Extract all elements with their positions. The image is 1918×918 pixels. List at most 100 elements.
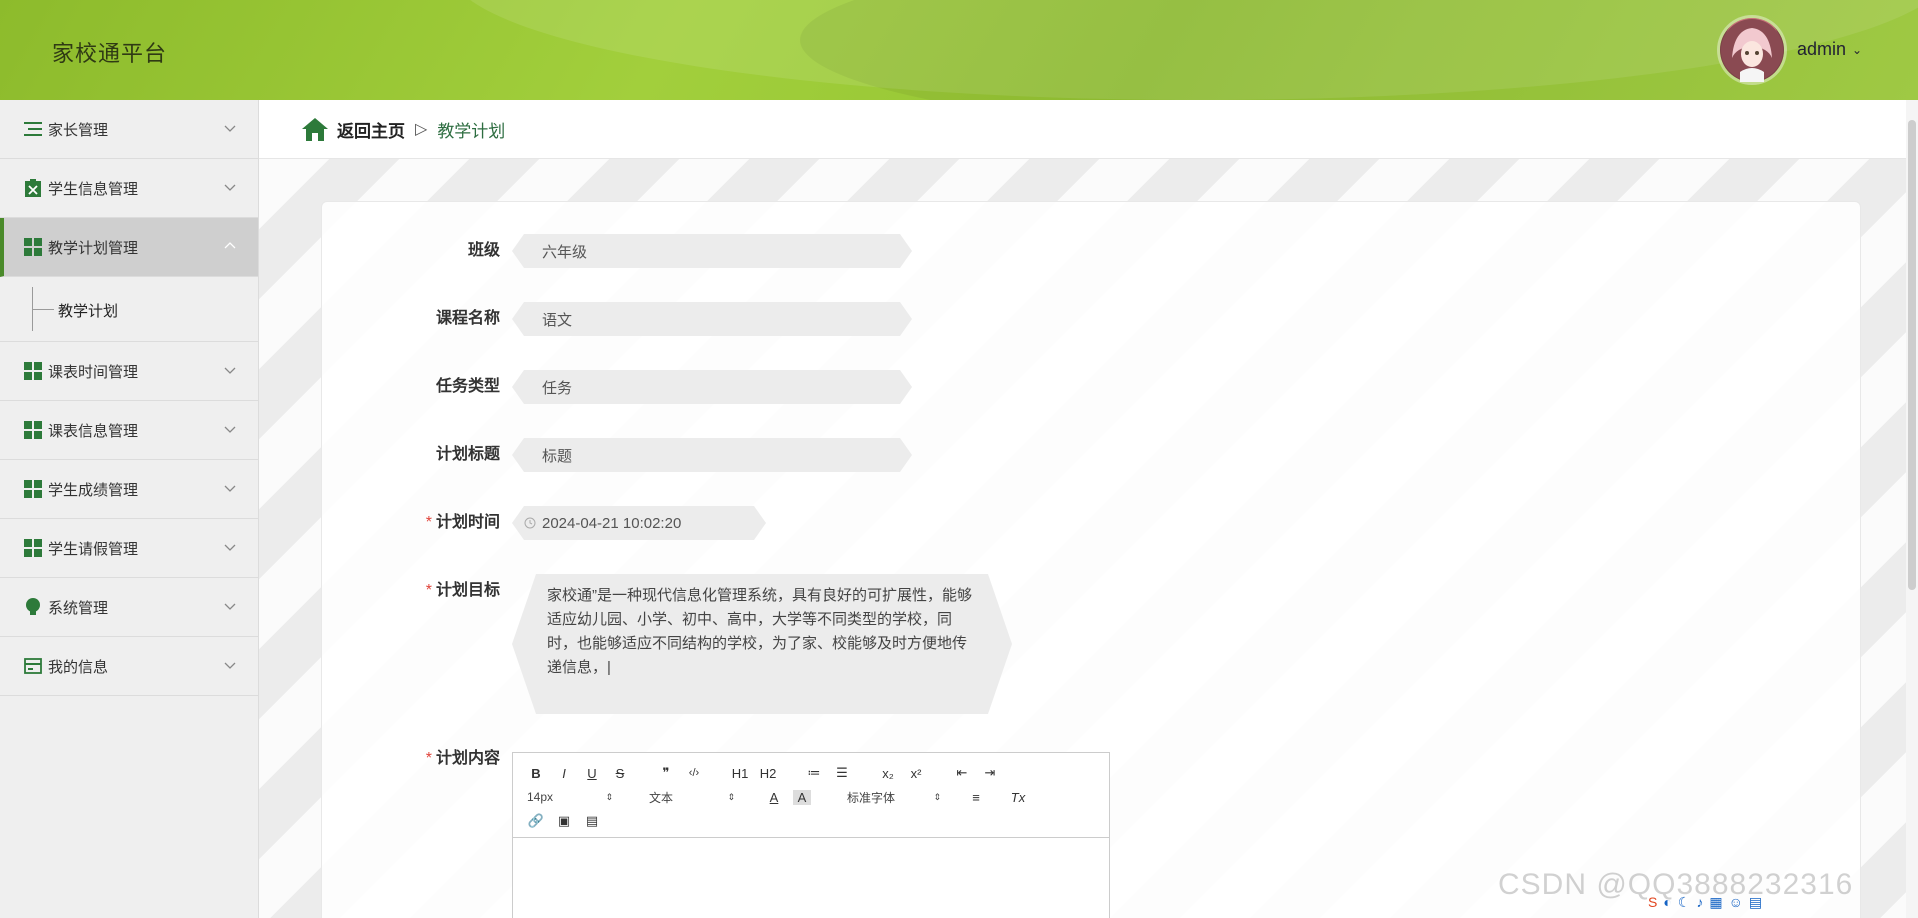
chevron-up-icon	[224, 242, 236, 249]
title-label: 计划标题	[435, 446, 500, 463]
sidebar-item-label: 课表信息管理	[48, 422, 139, 440]
chevron-down-icon	[224, 367, 236, 374]
time-value: 2024-04-21 10:02:20	[542, 514, 682, 532]
sidebar-item-leave[interactable]: 学生请假管理	[0, 519, 258, 578]
sidebar-item-label: 课表时间管理	[48, 363, 139, 381]
home-link[interactable]: 返回主页	[337, 117, 405, 142]
sidebar-item-label: 教学计划管理	[48, 239, 139, 257]
form-row-content: * 计划内容 B I U S ❞ ‹/› H1 H2 ≔ ☰ x₂ x² ⇤ ⇥…	[322, 742, 1110, 918]
required-mark: *	[425, 514, 432, 531]
chevron-down-icon	[224, 184, 236, 191]
grid-icon	[24, 480, 42, 498]
text-color-button[interactable]: A	[765, 790, 783, 805]
tree-line	[32, 309, 54, 310]
font-size-select[interactable]: 14px ⇕	[527, 790, 613, 804]
updown-icon: ⇕	[933, 791, 941, 802]
class-field[interactable]: 六年级	[512, 234, 912, 268]
sidebar-item-label: 学生信息管理	[48, 180, 139, 198]
class-label: 班级	[467, 242, 500, 259]
time-label: * 计划时间	[322, 506, 512, 540]
h2-button[interactable]: H2	[759, 766, 777, 781]
sidebar-item-grades[interactable]: 学生成绩管理	[0, 460, 258, 519]
format-select[interactable]: 文本 ⇕	[649, 789, 735, 806]
sidebar: 家长管理 学生信息管理 教学计划管理 教学计划 课表时间管理 课表信息管理 学生…	[0, 100, 259, 918]
grid-icon	[24, 362, 42, 380]
sidebar-item-parent[interactable]: 家长管理	[0, 100, 258, 159]
grid-icon	[24, 421, 42, 439]
breadcrumb-current: 教学计划	[437, 121, 506, 141]
form-row-class: 班级 六年级	[322, 234, 912, 268]
home-icon[interactable]	[301, 115, 329, 143]
image-button[interactable]: ▣	[555, 813, 573, 829]
form-row-time: * 计划时间 2024-04-21 10:02:20	[322, 506, 766, 540]
avatar[interactable]	[1720, 18, 1784, 82]
user-menu[interactable]: admin ⌄	[1797, 39, 1862, 60]
sidebar-item-system[interactable]: 系统管理	[0, 578, 258, 637]
background-color-button[interactable]: A	[793, 789, 811, 805]
scrollbar-thumb[interactable]	[1908, 120, 1916, 590]
sidebar-item-label: 学生请假管理	[48, 540, 139, 558]
keyboard-icon: ▦	[1709, 894, 1723, 910]
bold-button[interactable]: B	[527, 766, 545, 781]
moon-icon: ☾	[1677, 894, 1691, 910]
outdent-button[interactable]: ⇤	[953, 765, 971, 781]
sidebar-subitem-label: 教学计划	[58, 303, 119, 320]
title-field[interactable]: 标题	[512, 438, 912, 472]
clear-format-button[interactable]: Tx	[1009, 790, 1027, 805]
sidebar-item-label: 家长管理	[48, 121, 109, 139]
platform-title: 家校通平台	[52, 41, 168, 66]
chevron-down-icon	[224, 125, 236, 132]
align-button[interactable]: ≡	[967, 790, 985, 805]
required-mark: *	[425, 582, 432, 599]
ime-tray: S ◐ ☾ ♪ ▦ ☺ ▤	[1648, 894, 1762, 911]
sidebar-item-schedule-time[interactable]: 课表时间管理	[0, 342, 258, 401]
course-field[interactable]: 语文	[512, 302, 912, 336]
course-label: 课程名称	[435, 310, 500, 327]
indent-button[interactable]: ⇥	[981, 765, 999, 781]
task-field[interactable]: 任务	[512, 370, 912, 404]
bullet-list-button[interactable]: ☰	[833, 765, 851, 781]
font-size-value: 14px	[527, 790, 554, 804]
editor-toolbar: B I U S ❞ ‹/› H1 H2 ≔ ☰ x₂ x² ⇤ ⇥ 14px ⇕…	[513, 753, 1109, 838]
sidebar-item-schedule-info[interactable]: 课表信息管理	[0, 401, 258, 460]
breadcrumb: 返回主页 ▷ 教学计划	[259, 100, 1918, 159]
font-family-select[interactable]: 标准字体 ⇕	[847, 789, 941, 806]
code-button[interactable]: ‹/›	[685, 767, 703, 779]
sidebar-item-teaching-plan[interactable]: 教学计划管理	[0, 218, 258, 277]
time-picker[interactable]: 2024-04-21 10:02:20	[512, 506, 766, 540]
list-icon	[24, 120, 42, 138]
link-button[interactable]: 🔗	[527, 813, 545, 829]
grid-icon: ▤	[1748, 894, 1763, 910]
sidebar-item-my-info[interactable]: 我的信息	[0, 637, 258, 696]
video-button[interactable]: ▤	[583, 813, 601, 829]
form-row-course: 课程名称 语文	[322, 302, 912, 336]
superscript-button[interactable]: x²	[907, 766, 925, 781]
strike-button[interactable]: S	[611, 766, 629, 781]
italic-button[interactable]: I	[555, 766, 573, 781]
username: admin	[1797, 39, 1847, 59]
breadcrumb-separator: ▷	[415, 121, 428, 138]
content-area: 班级 六年级 课程名称 语文 任务类型 任务 计划标题 标题 * 计划时间 202…	[259, 159, 1918, 918]
quote-button[interactable]: ❞	[657, 765, 675, 781]
chevron-down-icon: ⌄	[1852, 42, 1863, 57]
id-card-icon	[24, 657, 42, 675]
user-icon: ☺	[1728, 894, 1743, 910]
avatar-icon	[1721, 19, 1783, 82]
chevron-down-icon	[224, 485, 236, 492]
underline-button[interactable]: U	[583, 766, 601, 781]
chevron-down-icon	[224, 662, 236, 669]
content-label-text: 计划内容	[435, 750, 500, 767]
toolbar-row-3: 🔗 ▣ ▤	[527, 809, 1099, 833]
page-scrollbar[interactable]	[1906, 100, 1918, 918]
editor-body[interactable]	[513, 838, 1109, 898]
ordered-list-button[interactable]: ≔	[805, 765, 823, 781]
updown-icon: ⇕	[727, 791, 735, 802]
sidebar-item-student-info[interactable]: 学生信息管理	[0, 159, 258, 218]
subscript-button[interactable]: x₂	[879, 766, 897, 781]
clock-icon	[524, 517, 536, 529]
goal-textarea[interactable]: 家校通”是一种现代信息化管理系统，具有良好的可扩展性，能够适应幼儿园、小学、初中…	[512, 574, 1012, 714]
top-header: 家校通平台 admin ⌄	[0, 0, 1918, 100]
sidebar-subitem-teaching-plan[interactable]: 教学计划	[0, 277, 258, 342]
time-label-text: 计划时间	[435, 514, 500, 531]
h1-button[interactable]: H1	[731, 766, 749, 781]
